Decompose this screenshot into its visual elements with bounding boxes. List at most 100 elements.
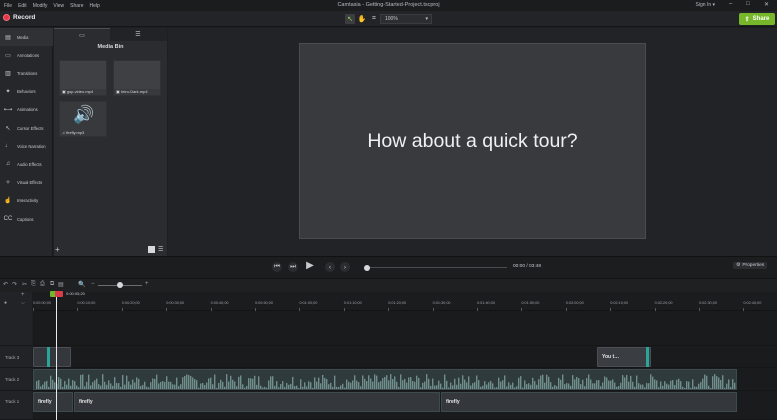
- behaviors-icon: ✦: [5, 89, 11, 96]
- waveform-bar: [650, 374, 652, 389]
- scrub-handle[interactable]: [364, 264, 370, 271]
- menu-help[interactable]: Help: [90, 3, 100, 9]
- play-icon[interactable]: ▶: [305, 260, 315, 271]
- waveform-bar: [678, 378, 680, 389]
- menu-view[interactable]: View: [53, 3, 64, 9]
- waveform-bar: [210, 377, 212, 389]
- properties-button[interactable]: ⚙ Properties: [733, 262, 768, 269]
- audio-clip[interactable]: firefly: [74, 392, 440, 412]
- cut-icon[interactable]: ✂: [22, 281, 27, 288]
- share-button[interactable]: ⇧ Share: [739, 13, 775, 25]
- waveform-bar: [498, 377, 500, 389]
- maximize-button[interactable]: □: [746, 1, 750, 7]
- step-forward-icon[interactable]: ⏭: [288, 262, 298, 272]
- audio-clip[interactable]: firefly: [33, 392, 73, 412]
- add-track-icon[interactable]: +: [21, 292, 25, 298]
- close-button[interactable]: ✕: [764, 1, 769, 8]
- sidebar-item-visual-effects[interactable]: ✧ Visual Effects: [0, 174, 53, 192]
- minimize-button[interactable]: –: [729, 1, 732, 7]
- waveform-bar: [170, 381, 172, 389]
- sidebar-item-behaviors[interactable]: ✦ Behaviors: [0, 83, 53, 101]
- waveform-bar: [64, 381, 66, 389]
- waveform-bar: [524, 380, 526, 389]
- audio-clip[interactable]: firefly: [441, 392, 737, 412]
- sidebar-item-audio-effects[interactable]: ♫ Audio Effects: [0, 155, 53, 173]
- sidebar-item-media[interactable]: ▤ Media: [0, 28, 53, 46]
- waveform-bar: [218, 382, 220, 389]
- playhead-line[interactable]: [56, 297, 57, 420]
- waveform-bar: [294, 386, 296, 389]
- menu-edit[interactable]: Edit: [18, 3, 27, 9]
- copy-icon[interactable]: ⎘: [31, 281, 36, 288]
- menu-file[interactable]: File: [4, 3, 12, 9]
- waveform-bar: [194, 379, 196, 389]
- waveform-bar: [130, 384, 132, 389]
- sidebar-item-captions[interactable]: CC Captions: [0, 210, 53, 228]
- sidebar-item-cursor-effects[interactable]: ↖ Cursor Effects: [0, 119, 53, 137]
- waveform-bar: [600, 386, 602, 389]
- waveform-bar: [298, 387, 300, 389]
- grid-view-icon[interactable]: [148, 246, 155, 253]
- zoom-in-icon[interactable]: +: [145, 281, 149, 287]
- menu-modify[interactable]: Modify: [33, 3, 48, 9]
- waveform-bar: [394, 376, 396, 389]
- waveform-bar: [576, 376, 578, 389]
- undo-icon[interactable]: ↶: [3, 281, 8, 288]
- next-icon[interactable]: ›: [340, 262, 350, 272]
- waveform-bar: [48, 386, 50, 389]
- redo-icon[interactable]: ↷: [12, 281, 17, 288]
- media-thumbnail[interactable]: 🔊 ♫ firefly.mp3: [59, 101, 107, 137]
- ruler-tick-label: 0:01:40;00: [477, 301, 495, 305]
- sidebar-item-animations[interactable]: ⟷ Animations: [0, 101, 53, 119]
- scrub-bar[interactable]: [365, 267, 507, 268]
- preview-canvas[interactable]: How about a quick tour?: [299, 43, 646, 239]
- zoom-out-icon[interactable]: −: [91, 281, 95, 287]
- waveform-bar: [490, 380, 492, 389]
- video-clip[interactable]: [33, 347, 71, 367]
- waveform-bar: [580, 384, 582, 389]
- waveform-bar: [372, 381, 374, 389]
- track-empty[interactable]: [33, 311, 777, 346]
- canvas-zoom-select[interactable]: 100% ▾: [380, 14, 432, 24]
- step-back-icon[interactable]: ⏮: [272, 262, 282, 272]
- sidebar-item-interactivity[interactable]: ☝ Interactivity: [0, 192, 53, 210]
- track-3[interactable]: [33, 346, 777, 368]
- sidebar-item-annotations[interactable]: ▭ Annotations: [0, 46, 53, 64]
- tab-library[interactable]: ☰: [110, 28, 166, 41]
- menu-share[interactable]: Share: [70, 3, 83, 9]
- collapse-tracks-icon[interactable]: ●: [4, 300, 7, 306]
- sidebar-item-voice-narration[interactable]: ♩ Voice Narration: [0, 137, 53, 155]
- list-view-icon[interactable]: ☰: [158, 246, 163, 253]
- media-thumbnail[interactable]: ▣ Intro-Dark.mp4: [113, 60, 161, 96]
- waveform-bar: [668, 384, 670, 389]
- waveform-bar: [468, 376, 470, 389]
- callout-clip[interactable]: You t…: [597, 347, 651, 367]
- track-header[interactable]: [0, 391, 32, 420]
- tab-media-bin[interactable]: ▭: [54, 28, 110, 41]
- crop-tool-icon[interactable]: ⌗: [369, 14, 379, 24]
- waveform-bar: [274, 385, 276, 389]
- waveform-bar: [370, 378, 372, 389]
- sidebar-item-transitions[interactable]: ▥ Transitions: [0, 64, 53, 82]
- paste-icon[interactable]: ⎙: [40, 281, 45, 288]
- record-button[interactable]: Record: [3, 14, 35, 21]
- interactivity-icon: ☝: [4, 198, 12, 205]
- waveform-bar: [508, 382, 510, 389]
- timeline-zoom-handle[interactable]: [117, 282, 123, 288]
- select-tool-icon[interactable]: ↖: [345, 14, 355, 24]
- waveform-bar: [220, 379, 222, 389]
- waveform-bar: [568, 383, 570, 389]
- sign-in-button[interactable]: Sign In ▾: [696, 2, 715, 8]
- pan-tool-icon[interactable]: ✋: [357, 14, 367, 24]
- snapshot-icon[interactable]: ▤: [58, 281, 64, 288]
- waveform-bar: [526, 384, 528, 389]
- waveform-bar: [354, 375, 356, 389]
- waveform-bar: [610, 380, 612, 389]
- add-media-icon[interactable]: +: [55, 245, 60, 254]
- properties-label: Properties: [742, 263, 765, 268]
- media-thumbnail[interactable]: ▣ gsp-video.mp4: [59, 60, 107, 96]
- chevron-down-icon[interactable]: ⌵: [21, 300, 25, 306]
- previous-icon[interactable]: ‹: [325, 262, 335, 272]
- audio-clip[interactable]: [33, 369, 737, 390]
- split-icon[interactable]: ⧉: [50, 281, 54, 288]
